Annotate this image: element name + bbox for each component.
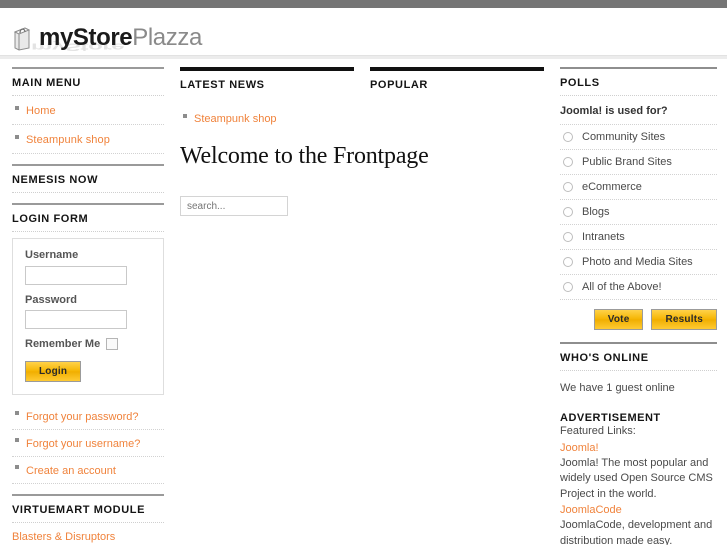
poll-question: Joomla! is used for? xyxy=(560,96,717,125)
right-sidebar: POLLS Joomla! is used for? Community Sit… xyxy=(552,67,727,545)
latest-news-column: LATEST NEWS Steampunk shop Welcome to th… xyxy=(172,67,429,216)
radio-icon[interactable] xyxy=(563,157,573,167)
search-input[interactable] xyxy=(180,196,288,216)
main-menu-title: MAIN MENU xyxy=(12,69,164,96)
main-menu-list: Home Steampunk shop xyxy=(12,96,164,154)
poll-option-label: Blogs xyxy=(582,206,610,218)
list-item[interactable]: Forgot your password? xyxy=(12,403,164,430)
list-item[interactable]: Forgot your username? xyxy=(12,430,164,457)
virtuemart-title: VIRTUEMART MODULE xyxy=(12,496,164,523)
whos-online-text: We have 1 guest online xyxy=(560,382,675,394)
list-item[interactable]: Steampunk shop xyxy=(180,109,354,131)
advertisement-intro: Featured Links: xyxy=(560,425,636,437)
site-logo[interactable]: myStorePlazza xyxy=(12,25,202,51)
menu-item-steampunk-shop[interactable]: Steampunk shop xyxy=(12,125,164,154)
login-box: Username Password Remember Me Login xyxy=(12,238,164,395)
page-title: Welcome to the Frontpage xyxy=(180,143,429,169)
ad-description-joomla: Joomla! The most popular and widely used… xyxy=(560,456,713,500)
latest-news-title: LATEST NEWS xyxy=(180,79,265,91)
remember-me-row[interactable]: Remember Me xyxy=(25,338,151,350)
poll-option-label: Community Sites xyxy=(582,131,666,143)
poll-options-list: Community Sites Public Brand Sites eComm… xyxy=(560,125,717,300)
forgot-username-link[interactable]: Forgot your username? xyxy=(26,438,140,450)
poll-option-blogs[interactable]: Blogs xyxy=(560,200,717,225)
login-button[interactable]: Login xyxy=(25,361,82,382)
remember-me-checkbox[interactable] xyxy=(106,338,119,350)
page-columns: MAIN MENU Home Steampunk shop NEMESIS NO… xyxy=(0,67,727,545)
menu-item-home[interactable]: Home xyxy=(12,96,164,125)
left-sidebar: MAIN MENU Home Steampunk shop NEMESIS NO… xyxy=(0,67,172,545)
menu-link-steampunk-shop[interactable]: Steampunk shop xyxy=(26,134,110,146)
poll-option-photo-and-media-sites[interactable]: Photo and Media Sites xyxy=(560,250,717,275)
radio-icon[interactable] xyxy=(563,282,573,292)
virtuemart-category-list: Blasters & Disruptors Clocks List All Pr… xyxy=(12,529,164,545)
module-virtuemart: VIRTUEMART MODULE Blasters & Disruptors … xyxy=(12,494,164,545)
create-account-link[interactable]: Create an account xyxy=(26,465,116,477)
logo-text-secondary: Plazza xyxy=(132,24,202,51)
poll-option-label: All of the Above! xyxy=(582,281,662,293)
poll-option-label: Intranets xyxy=(582,231,625,243)
vote-button[interactable]: Vote xyxy=(593,309,644,330)
whos-online-title: WHO'S ONLINE xyxy=(560,344,717,371)
forgot-password-link[interactable]: Forgot your password? xyxy=(26,411,139,423)
poll-option-label: Photo and Media Sites xyxy=(582,256,693,268)
logo-text-primary: myStore xyxy=(39,24,133,51)
poll-option-label: eCommerce xyxy=(582,181,642,193)
module-login-form: LOGIN FORM Username Password Remember Me… xyxy=(12,203,164,484)
ad-description-joomlacode: JoomlaCode, development and distribution… xyxy=(560,519,713,545)
polls-title: POLLS xyxy=(560,69,717,96)
module-main-menu: MAIN MENU Home Steampunk shop xyxy=(12,67,164,154)
news-link-steampunk-shop[interactable]: Steampunk shop xyxy=(194,113,277,125)
virtuemart-link-blasters[interactable]: Blasters & Disruptors xyxy=(12,529,164,545)
login-form-title: LOGIN FORM xyxy=(12,205,164,232)
module-polls: POLLS Joomla! is used for? Community Sit… xyxy=(560,67,717,340)
nemesis-now-title: NEMESIS NOW xyxy=(12,166,164,193)
password-label: Password xyxy=(25,293,77,306)
radio-icon[interactable] xyxy=(563,132,573,142)
site-header: myStorePlazza myStore xyxy=(0,8,727,67)
results-button[interactable]: Results xyxy=(651,309,717,330)
radio-icon[interactable] xyxy=(563,207,573,217)
remember-me-label: Remember Me xyxy=(25,338,101,350)
poll-option-ecommerce[interactable]: eCommerce xyxy=(560,175,717,200)
username-label: Username xyxy=(25,249,79,261)
login-helper-links: Forgot your password? Forgot your userna… xyxy=(12,403,164,484)
ad-link-joomla[interactable]: Joomla! xyxy=(560,440,717,456)
browser-top-strip xyxy=(0,0,727,8)
poll-option-label: Public Brand Sites xyxy=(582,156,672,168)
radio-icon[interactable] xyxy=(563,182,573,192)
module-advertisement: ADVERTISEMENT Featured Links: Joomla! Jo… xyxy=(560,398,717,545)
radio-icon[interactable] xyxy=(563,257,573,267)
poll-option-community-sites[interactable]: Community Sites xyxy=(560,125,717,150)
list-item[interactable]: Create an account xyxy=(12,457,164,484)
shopping-bag-icon xyxy=(12,25,32,51)
poll-option-intranets[interactable]: Intranets xyxy=(560,225,717,250)
module-whos-online: WHO'S ONLINE We have 1 guest online xyxy=(560,342,717,396)
poll-option-all-of-the-above[interactable]: All of the Above! xyxy=(560,275,717,300)
module-nemesis-now: NEMESIS NOW xyxy=(12,164,164,193)
poll-buttons: Vote Results xyxy=(560,300,717,340)
popular-column: POPULAR xyxy=(362,67,552,97)
radio-icon[interactable] xyxy=(563,232,573,242)
password-input[interactable] xyxy=(25,310,127,329)
header-divider xyxy=(0,55,727,59)
popular-title: POPULAR xyxy=(370,79,428,91)
menu-link-home[interactable]: Home xyxy=(26,105,56,117)
advertisement-title: ADVERTISEMENT xyxy=(560,412,661,424)
ad-link-joomlacode[interactable]: JoomlaCode xyxy=(560,502,717,518)
poll-option-public-brand-sites[interactable]: Public Brand Sites xyxy=(560,150,717,175)
username-input[interactable] xyxy=(25,265,127,285)
latest-news-list: Steampunk shop xyxy=(180,109,354,131)
